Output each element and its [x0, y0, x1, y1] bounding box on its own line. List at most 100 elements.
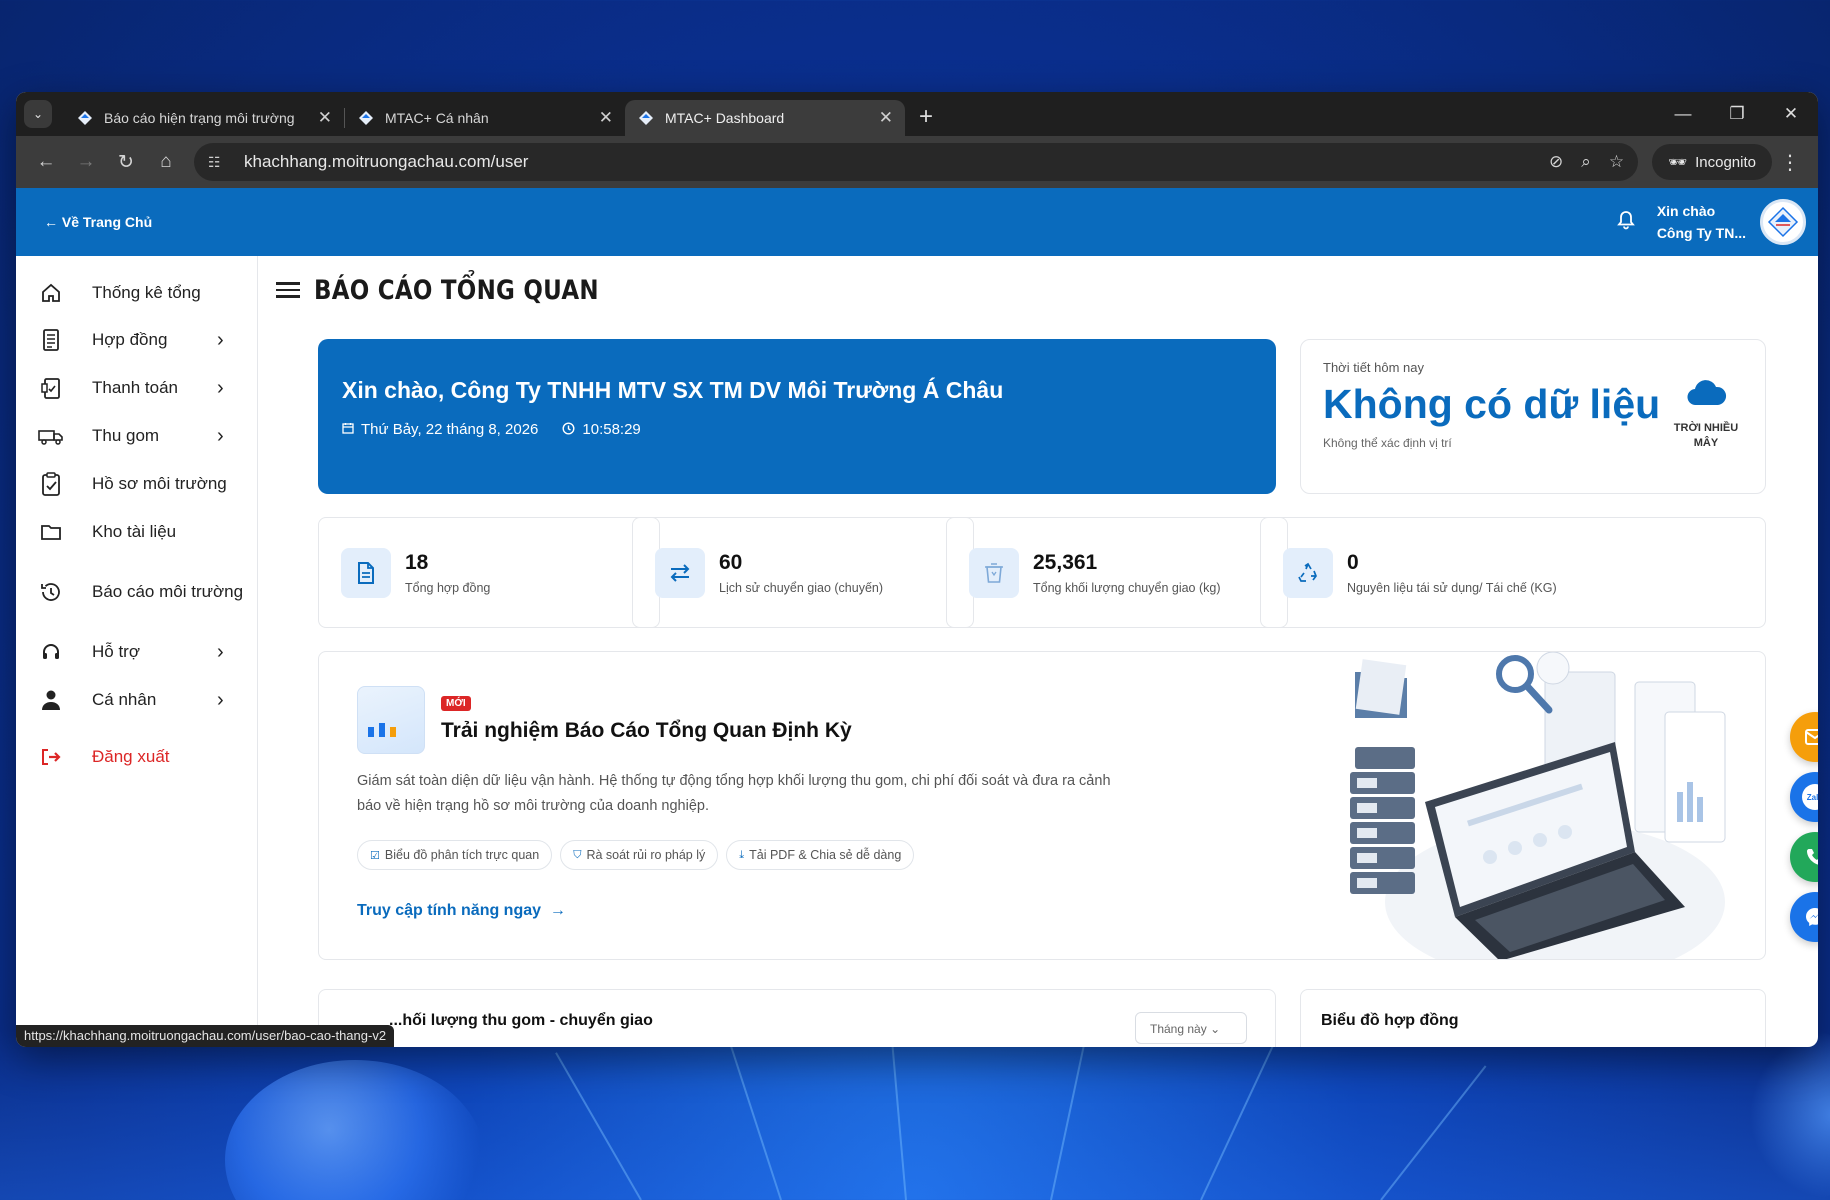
restore-icon[interactable]: ❐: [1710, 92, 1764, 136]
incognito-label: Incognito: [1695, 153, 1756, 171]
sidebar-item-dang-xuat[interactable]: Đăng xuất: [16, 733, 257, 781]
zalo-contact-button[interactable]: Zalo: [1790, 772, 1818, 822]
feature-chip: ☑ Biểu đồ phân tích trực quan: [357, 840, 553, 870]
sidebar-item-hop-dong[interactable]: Hợp đồng ›: [16, 316, 257, 364]
messenger-contact-button[interactable]: [1790, 892, 1818, 942]
browser-menu-icon[interactable]: ⋮: [1772, 150, 1808, 175]
recycle-icon: [1283, 547, 1333, 598]
tab-search-button[interactable]: ⌄: [24, 100, 52, 128]
window-controls: — ❐ ✕: [1656, 92, 1818, 136]
sidebar-item-thong-ke[interactable]: Thống kê tổng: [16, 270, 257, 316]
chevron-right-icon: ›: [217, 424, 224, 447]
zoom-icon[interactable]: ⌕: [1581, 152, 1591, 172]
app-header: ← Về Trang Chủ Xin chào Công Ty TN...: [16, 188, 1818, 256]
tab-bar: ⌄ Báo cáo hiện trạng môi trường ✕ MTAC+ …: [16, 92, 1818, 136]
minimize-icon[interactable]: —: [1656, 92, 1710, 136]
clock-icon: [562, 421, 575, 438]
sidebar-item-label: Hợp đồng: [92, 330, 168, 349]
stat-value: 18: [405, 550, 429, 574]
stat-card-recycle[interactable]: 0 Nguyên liệu tái sử dụng/ Tái chế (KG): [1260, 517, 1766, 628]
back-home-link[interactable]: ← Về Trang Chủ: [44, 214, 152, 230]
tab-ca-nhan[interactable]: MTAC+ Cá nhân ✕: [345, 100, 625, 136]
chip-label: Tải PDF & Chia sẻ dễ dàng: [749, 848, 902, 862]
close-tab-icon[interactable]: ✕: [318, 108, 332, 128]
home-icon[interactable]: ⌂: [146, 151, 186, 173]
shield-icon: ⛉: [573, 848, 582, 861]
contract-chart-card: Biểu đồ hợp đồng: [1300, 989, 1766, 1047]
phone-contact-button[interactable]: [1790, 832, 1818, 882]
logout-icon: [38, 744, 64, 770]
email-contact-button[interactable]: [1790, 712, 1818, 762]
report-illustration: [1350, 652, 1726, 959]
sidebar-item-bao-cao[interactable]: Báo cáo môi trường: [16, 568, 257, 616]
sidebar-item-label: Cá nhân: [92, 690, 157, 709]
sidebar-item-label: Kho tài liệu: [92, 522, 177, 541]
tab-title: Báo cáo hiện trạng môi trường: [104, 110, 295, 126]
tab-title: MTAC+ Dashboard: [665, 110, 785, 126]
forward-icon[interactable]: →: [66, 151, 106, 173]
sidebar-item-thu-gom[interactable]: Thu gom ›: [16, 412, 257, 460]
tab-title: MTAC+ Cá nhân: [385, 110, 489, 126]
sidebar-item-label: Báo cáo môi trường: [92, 582, 244, 601]
close-tab-icon[interactable]: ✕: [879, 108, 893, 128]
feature-chips: ☑ Biểu đồ phân tích trực quan ⛉ Rà soát rủ…: [357, 840, 922, 870]
download-icon: ⤓: [739, 848, 745, 861]
chip-label: Rà soát rủi ro pháp lý: [586, 848, 706, 862]
bookmark-star-icon[interactable]: ☆: [1609, 152, 1624, 172]
sidebar-item-kho-tai-lieu[interactable]: Kho tài liệu: [16, 508, 257, 556]
incognito-indicator[interactable]: 🕶 Incognito: [1652, 144, 1772, 180]
transfer-icon: [655, 547, 705, 598]
period-select[interactable]: Tháng này ⌄: [1135, 1012, 1247, 1044]
sidebar-item-ho-so[interactable]: Hồ sơ môi trường: [16, 460, 257, 508]
close-tab-icon[interactable]: ✕: [599, 108, 613, 128]
user-greeting[interactable]: Xin chào Công Ty TN...: [1657, 200, 1746, 244]
collection-chart-title: ...hối lượng thu gom - chuyển giao: [389, 1012, 653, 1029]
reload-icon[interactable]: ↻: [106, 151, 146, 174]
site-favicon-icon: [359, 111, 373, 125]
sidebar: Thống kê tổng Hợp đồng › Thanh toán › Th…: [16, 256, 258, 1047]
chevron-right-icon: ›: [217, 376, 224, 399]
document-icon: [38, 327, 64, 353]
notification-bell-icon[interactable]: [1616, 210, 1635, 235]
chevron-right-icon: ›: [217, 640, 224, 663]
sidebar-item-thanh-toan[interactable]: Thanh toán ›: [16, 364, 257, 412]
promo-title: Trải nghiệm Báo Cáo Tổng Quan Định Kỳ: [441, 719, 852, 742]
back-icon[interactable]: ←: [26, 151, 66, 173]
sidebar-item-label: Thanh toán: [92, 378, 179, 397]
company-avatar[interactable]: [1760, 199, 1806, 245]
stat-card-weight[interactable]: 25,361 Tổng khối lượng chuyển giao (kg): [946, 517, 1288, 628]
try-feature-link[interactable]: Truy cập tính năng ngay →: [357, 902, 566, 920]
sidebar-item-label: Thống kê tổng: [92, 283, 201, 302]
site-settings-icon[interactable]: ☷: [208, 154, 230, 171]
time-display: 10:58:29: [562, 421, 641, 438]
location-off-icon[interactable]: ⊘: [1549, 152, 1563, 172]
sidebar-item-label: Đăng xuất: [92, 747, 170, 766]
stat-value: 0: [1347, 550, 1359, 574]
user-icon: [38, 687, 64, 713]
stat-card-transfers[interactable]: 60 Lịch sử chuyển giao (chuyến): [632, 517, 974, 628]
zalo-icon: Zalo: [1802, 784, 1818, 810]
date-time-row: Thứ Bảy, 22 tháng 8, 2026 10:58:29: [342, 421, 1252, 438]
clipboard-check-icon: [38, 471, 64, 497]
waste-bin-icon: [969, 547, 1019, 598]
headset-icon: [38, 639, 64, 665]
stat-label: Tổng khối lượng chuyển giao (kg): [1033, 580, 1221, 595]
background-glow: [0, 1030, 1830, 1200]
new-tab-icon[interactable]: +: [919, 103, 933, 131]
feature-promo-card: MỚI Trải nghiệm Báo Cáo Tổng Quan Định K…: [318, 651, 1766, 960]
tab-bao-cao[interactable]: Báo cáo hiện trạng môi trường ✕: [64, 100, 344, 136]
calendar-icon: [342, 422, 354, 437]
stat-card-contracts[interactable]: 18 Tổng hợp đồng: [318, 517, 660, 628]
sidebar-item-ca-nhan[interactable]: Cá nhân ›: [16, 676, 257, 724]
feature-chip: ⛉ Rà soát rủi ro pháp lý: [560, 840, 719, 870]
hamburger-menu-icon[interactable]: [276, 278, 300, 302]
company-logo-icon: [1767, 206, 1799, 238]
close-window-icon[interactable]: ✕: [1764, 92, 1818, 136]
site-favicon-icon: [78, 111, 92, 125]
tab-dashboard[interactable]: MTAC+ Dashboard ✕: [625, 100, 905, 136]
page-header: BÁO CÁO TỔNG QUAN: [276, 270, 1818, 310]
address-bar[interactable]: ☷ khachhang.moitruongachau.com/user ⊘ ⌕ …: [194, 143, 1639, 181]
url-text: khachhang.moitruongachau.com/user: [244, 152, 529, 171]
incognito-icon: 🕶: [1668, 154, 1688, 171]
sidebar-item-ho-tro[interactable]: Hỗ trợ ›: [16, 628, 257, 676]
